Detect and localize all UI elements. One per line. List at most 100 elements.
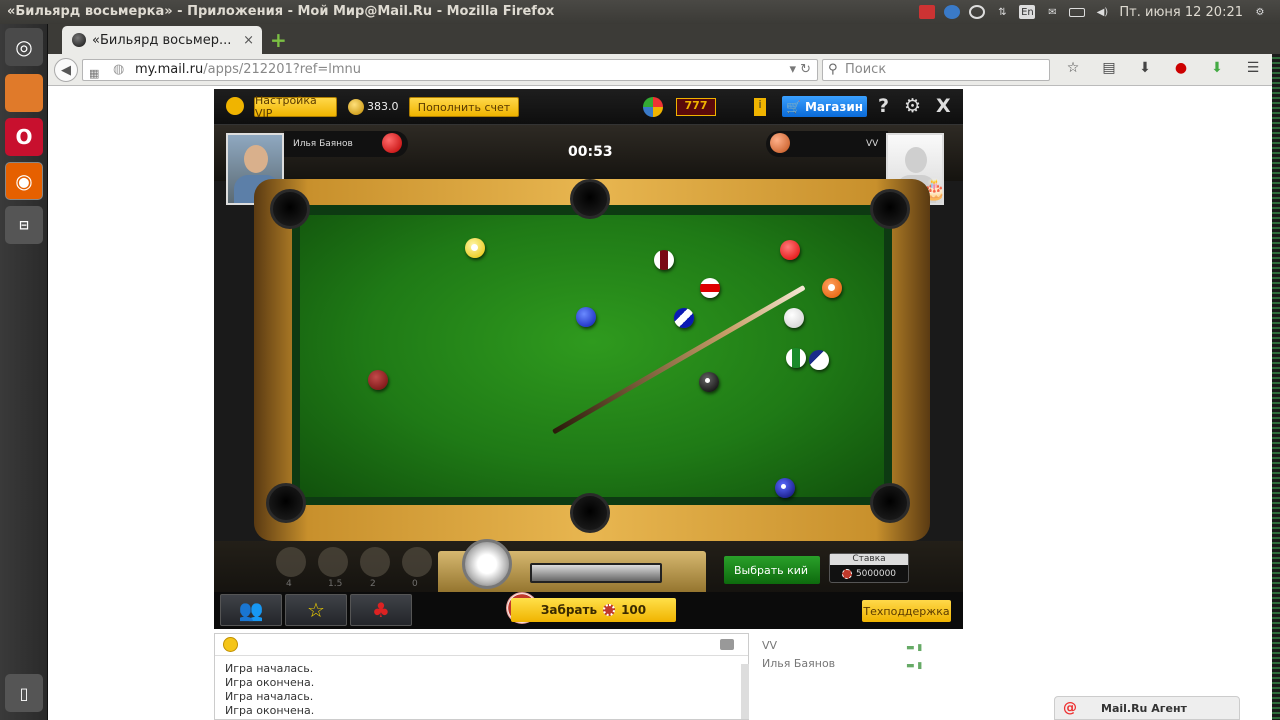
player-actions: ▬ ▮ ▬ ▮ — [906, 639, 922, 675]
ball-navy-stripe — [809, 350, 829, 370]
ball-blue — [576, 307, 596, 327]
tool-spin-icon[interactable]: 1.5 — [318, 547, 348, 589]
player-list: VV Илья Баянов — [762, 637, 835, 673]
ball-blue-stripe — [674, 308, 694, 328]
stake-label: Ставка — [830, 554, 908, 565]
wheel-of-fortune-icon[interactable] — [643, 97, 663, 117]
reading-list-icon[interactable]: ▤ — [1098, 60, 1120, 76]
gear-icon[interactable]: ⚙ — [904, 95, 921, 117]
chat-log: Игра началась. Игра окончена. Игра начал… — [225, 662, 314, 718]
turn-timer: 00:53 — [568, 144, 613, 160]
shop-button[interactable]: 🛒 Магазин — [782, 96, 867, 117]
collect-amount: 100 — [621, 603, 647, 617]
globe-icon: ◍ — [113, 62, 125, 77]
ubuntu-icon[interactable]: ◎ — [5, 28, 43, 66]
stake-value: 5000000 — [855, 569, 897, 579]
pocket-bottom-left — [266, 483, 306, 523]
friends-button[interactable]: 👥 — [220, 594, 282, 626]
tool-aim-icon[interactable]: 4 — [276, 547, 306, 589]
keyboard-layout[interactable]: En — [1019, 5, 1036, 19]
url-path: /apps/212201?ref=lmnu — [203, 62, 362, 77]
chrome-icon[interactable] — [969, 5, 986, 19]
opera-icon[interactable]: O — [5, 118, 43, 156]
avatar-face — [905, 147, 927, 173]
close-tab-icon[interactable]: × — [243, 33, 254, 48]
scoreboard: Илья Баянов 00:53 VV — [214, 125, 963, 181]
chip-icon — [841, 569, 852, 579]
download-icon[interactable]: ⬇ — [1134, 60, 1156, 76]
pick-cue-button[interactable]: Выбрать кий — [724, 556, 820, 584]
vip-settings-button[interactable]: Настройка VIP — [254, 94, 337, 120]
left-player-name: Илья Баянов — [293, 139, 353, 149]
ball-black — [699, 372, 719, 392]
window-title: «Бильярд восьмерка» - Приложения - Мой М… — [7, 4, 555, 19]
clubs-button[interactable]: ♣ — [350, 594, 412, 626]
tool-count: 4 — [286, 579, 292, 589]
chat-message: Игра началась. — [225, 690, 314, 703]
topup-button[interactable]: Пополнить счет — [409, 97, 519, 117]
menu-icon[interactable]: ☰ — [1242, 60, 1264, 76]
firefox-icon[interactable]: ◉ — [5, 162, 43, 200]
pocket-bottom-middle — [570, 493, 610, 533]
network-icon[interactable] — [944, 5, 961, 19]
mail-icon[interactable]: ✉ — [1044, 5, 1060, 19]
back-button[interactable]: ◀ — [54, 58, 78, 82]
toolbar-icons: ☆ ▤ ⬇ ● ⬇ ☰ — [1062, 60, 1264, 76]
ball-navy — [775, 478, 795, 498]
url-bar[interactable]: ▦ ◍ my.mail.ru/apps/212201?ref=lmnu ▾ ↻ — [82, 59, 818, 81]
balance: 383.0 — [367, 100, 399, 113]
new-tab-icon[interactable]: + — [270, 28, 287, 52]
bookmark-star-icon[interactable]: ☆ — [1062, 60, 1084, 76]
message-info-icon[interactable]: ▬ ▮ — [906, 657, 922, 675]
volume-icon[interactable]: ◀) — [1094, 5, 1110, 19]
cue-ball[interactable] — [784, 308, 804, 328]
slots-button[interactable]: 777 — [676, 98, 716, 116]
adblock-icon[interactable]: ● — [1170, 60, 1192, 76]
collect-bonus-button[interactable]: Забрать 100 — [511, 598, 676, 622]
search-input[interactable]: ⚲ Поиск — [822, 59, 1050, 81]
help-icon[interactable]: ? — [878, 95, 889, 117]
gear-icon[interactable]: ⚙ — [1252, 5, 1268, 19]
smiley-icon[interactable] — [223, 637, 238, 652]
pocket-bottom-right — [870, 483, 910, 523]
transfer-icon[interactable]: ⇅ — [994, 5, 1010, 19]
chat-send-icon[interactable] — [720, 639, 734, 650]
trash-icon[interactable]: ▯ — [5, 674, 43, 712]
mailru-agent-bar[interactable]: @ Mail.Ru Агент — [1054, 696, 1240, 720]
workspace-icon[interactable]: ⊟ — [5, 206, 43, 244]
user-settings-icon[interactable] — [226, 97, 244, 115]
spin-control[interactable] — [462, 539, 512, 589]
ball-orange — [822, 278, 842, 298]
green-download-icon[interactable]: ⬇ — [1206, 60, 1228, 76]
tool-stop-icon[interactable]: 0 — [402, 547, 432, 589]
tool-guide-icon[interactable]: 2 — [360, 547, 390, 589]
close-icon[interactable]: X — [936, 95, 951, 117]
player-list-item[interactable]: Илья Баянов — [762, 655, 835, 673]
message-info-icon[interactable]: ▬ ▮ — [906, 639, 922, 657]
player-list-item[interactable]: VV — [762, 637, 835, 655]
collect-label: Забрать — [540, 603, 598, 617]
tab-billiards[interactable]: «Бильярд восьмер... × — [62, 26, 262, 54]
stake-value-row: 5000000 — [830, 565, 908, 583]
camera-icon[interactable] — [919, 5, 936, 19]
search-placeholder: Поиск — [845, 62, 887, 77]
url-host: my.mail.ru — [135, 62, 204, 77]
chat-scrollbar[interactable] — [741, 664, 749, 719]
info-icon[interactable]: i — [754, 98, 766, 116]
clock[interactable]: Пт. июня 12 20:21 — [1119, 5, 1243, 20]
page-edge-decoration — [1272, 54, 1280, 720]
support-button[interactable]: Техподдержка — [862, 600, 951, 622]
chat-input[interactable] — [215, 634, 748, 656]
tab-label: «Бильярд восьмер... — [92, 32, 232, 48]
page-icon: ▦ — [89, 67, 100, 80]
files-icon[interactable] — [5, 74, 43, 112]
battery-icon[interactable] — [1069, 7, 1086, 17]
power-slider[interactable] — [530, 563, 662, 583]
coin-icon — [348, 99, 364, 115]
favorites-button[interactable]: ☆ — [285, 594, 347, 626]
reload-icon[interactable]: ▾ ↻ — [789, 60, 811, 80]
window-titlebar: «Бильярд восьмерка» - Приложения - Мой М… — [0, 0, 1280, 24]
agent-at-icon: @ — [1063, 700, 1077, 716]
pocket-top-right — [870, 189, 910, 229]
chat-message: Игра началась. — [225, 662, 314, 675]
